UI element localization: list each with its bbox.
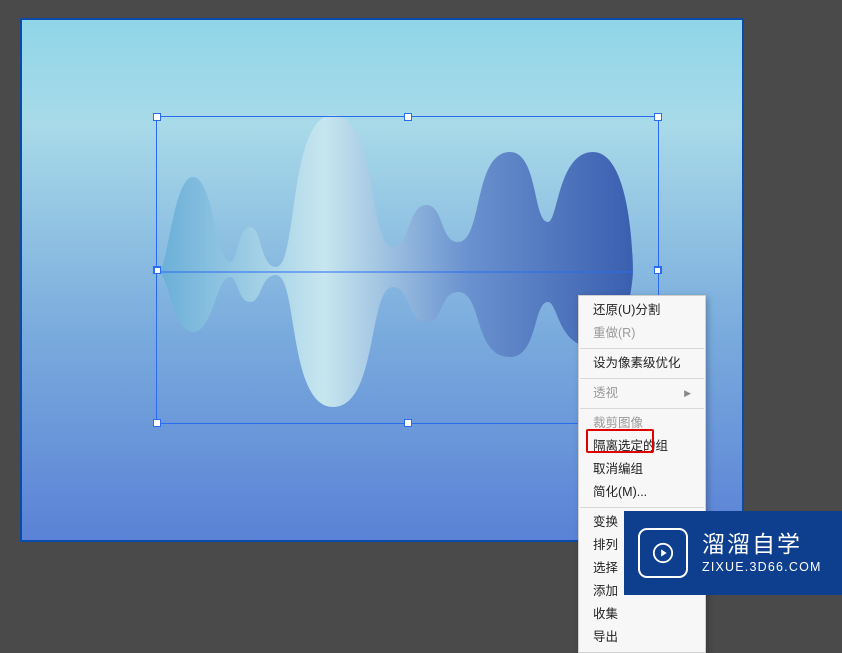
- resize-handle-bm[interactable]: [404, 419, 412, 427]
- menu-item-label: 收集: [593, 606, 618, 623]
- menu-item-7: 裁剪图像: [579, 412, 705, 435]
- menu-item-3[interactable]: 设为像素级优化: [579, 352, 705, 375]
- menu-item-label: 隔离选定的组: [593, 438, 668, 455]
- resize-handle-bl[interactable]: [153, 419, 161, 427]
- menu-item-label: 透视: [593, 385, 618, 402]
- menu-separator: [580, 378, 704, 379]
- resize-handle-tm[interactable]: [404, 113, 412, 121]
- menu-item-1: 重做(R): [579, 322, 705, 345]
- path-anchor-right[interactable]: [654, 267, 661, 274]
- chevron-right-icon: ▶: [684, 385, 691, 402]
- menu-item-label: 选择: [593, 560, 618, 577]
- menu-item-label: 简化(M)...: [593, 484, 647, 501]
- resize-handle-tr[interactable]: [654, 113, 662, 121]
- menu-item-label: 裁剪图像: [593, 415, 643, 432]
- menu-item-16[interactable]: 收集: [579, 603, 705, 626]
- context-menu[interactable]: 还原(U)分割重做(R) 设为像素级优化透视 ▶ 裁剪图像隔离选定的组取消编组简化(M…: [578, 295, 706, 653]
- menu-item-label: 重做(R): [593, 325, 635, 342]
- menu-item-label: 变换: [593, 514, 618, 531]
- brand-text: 溜溜自学 ZIXUE.3D66.COM: [702, 532, 822, 573]
- menu-item-label: 排列: [593, 537, 618, 554]
- menu-item-label: 设为像素级优化: [593, 355, 681, 372]
- menu-item-17[interactable]: 导出: [579, 626, 705, 649]
- brand-subtitle: ZIXUE.3D66.COM: [702, 560, 822, 574]
- menu-item-10[interactable]: 简化(M)...: [579, 481, 705, 504]
- resize-handle-tl[interactable]: [153, 113, 161, 121]
- menu-item-label: 添加: [593, 583, 618, 600]
- brand-title: 溜溜自学: [702, 532, 822, 557]
- menu-item-label: 导出: [593, 629, 618, 646]
- menu-item-label: 取消编组: [593, 461, 643, 478]
- menu-separator: [580, 348, 704, 349]
- workspace: 还原(U)分割重做(R) 设为像素级优化透视 ▶ 裁剪图像隔离选定的组取消编组简化(M…: [0, 0, 842, 595]
- brand-watermark: 溜溜自学 ZIXUE.3D66.COM: [624, 511, 842, 595]
- menu-item-9[interactable]: 取消编组: [579, 458, 705, 481]
- menu-item-label: 还原(U)分割: [593, 302, 660, 319]
- menu-separator: [580, 507, 704, 508]
- menu-item-8[interactable]: 隔离选定的组: [579, 435, 705, 458]
- menu-item-0[interactable]: 还原(U)分割: [579, 299, 705, 322]
- menu-item-5: 透视 ▶: [579, 382, 705, 405]
- menu-separator: [580, 408, 704, 409]
- play-icon: [638, 528, 688, 578]
- path-anchor-left[interactable]: [154, 267, 161, 274]
